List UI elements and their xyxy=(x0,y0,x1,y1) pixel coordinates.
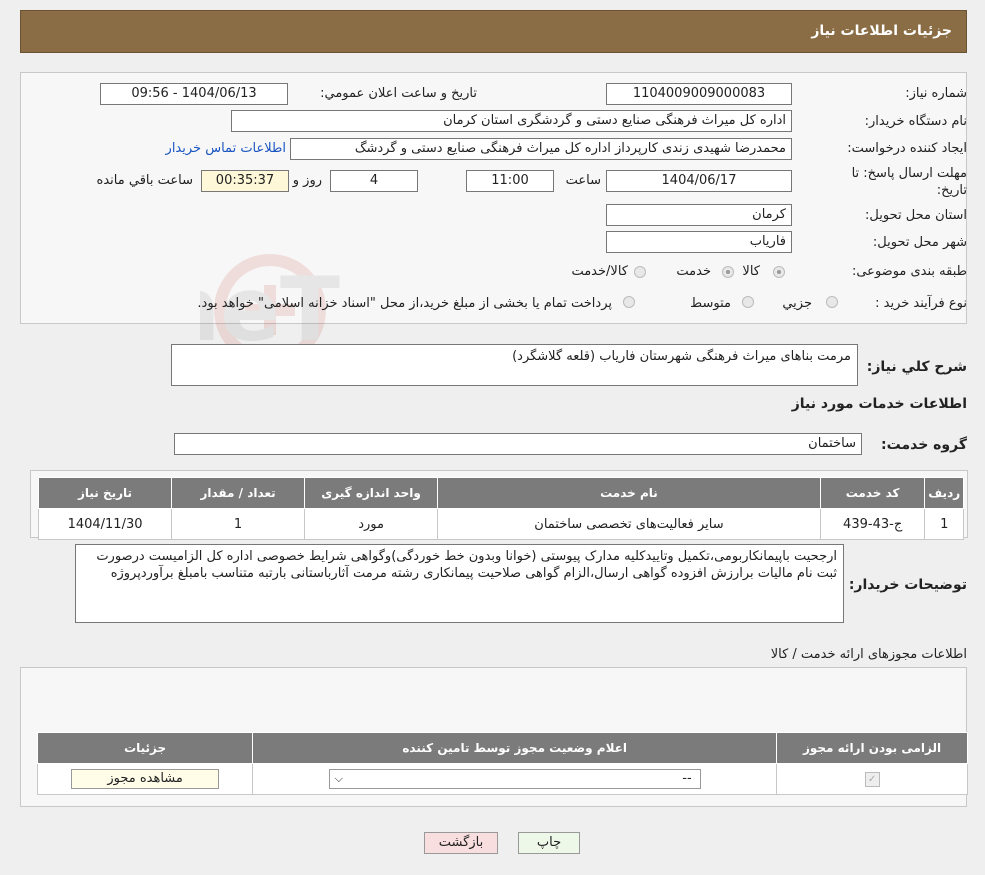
permit-status-select[interactable]: -- ⌵ xyxy=(328,769,701,789)
permits-section-title: اطلاعات مجوزهای ارائه خدمت / کالا xyxy=(770,647,967,662)
days-label: روز و xyxy=(292,173,322,188)
back-button[interactable]: بازگشت xyxy=(424,832,498,854)
col-permit-details: جزئیات xyxy=(36,732,254,764)
announce-field: 1404/06/13 - 09:56 xyxy=(100,83,288,105)
cell-qty: 1 xyxy=(171,508,306,540)
category-radio-both[interactable] xyxy=(634,266,646,278)
remaining-label: ساعت باقي مانده xyxy=(96,173,193,188)
process-option-small: جزيي xyxy=(782,296,812,311)
cell-permit-status: -- ⌵ xyxy=(252,763,778,795)
col-unit: واحد اندازه گيری xyxy=(304,477,439,509)
buyer-notes-label: توضيحات خريدار: xyxy=(848,577,967,593)
page-title: جزئيات اطلاعات نياز xyxy=(811,23,952,39)
cell-date: 1404/11/30 xyxy=(37,508,173,540)
view-permit-button[interactable]: مشاهده مجوز xyxy=(71,769,220,789)
col-idx: رديف xyxy=(924,477,964,509)
process-radio-medium[interactable] xyxy=(742,296,754,308)
table-row: 1 ج-43-439 سایر فعالیت‌های تخصصی ساختمان… xyxy=(37,508,964,540)
chevron-down-icon: ⌵ xyxy=(334,772,344,785)
category-radio-service[interactable] xyxy=(722,266,734,278)
buyer-field: اداره کل میراث فرهنگی صنایع دستی و گردشگ… xyxy=(231,110,792,132)
required-checkbox[interactable]: ✓ xyxy=(864,772,880,787)
creator-field: محمدرضا شهیدی زندی کارپرداز اداره کل میر… xyxy=(290,138,792,160)
print-button[interactable]: چاپ xyxy=(518,832,580,854)
cell-unit: مورد xyxy=(304,508,439,540)
city-label: شهر محل تحويل: xyxy=(872,235,967,250)
description-label: شرح کلي نياز: xyxy=(866,359,967,375)
services-table-header: رديف کد خدمت نام خدمت واحد اندازه گيری ت… xyxy=(37,477,964,509)
category-label: طبقه بندی موضوعی: xyxy=(851,264,967,279)
deadline-date-field: 1404/06/17 xyxy=(606,170,792,192)
buyer-contact-link[interactable]: اطلاعات تماس خريدار xyxy=(166,141,286,156)
col-code: کد خدمت xyxy=(819,477,926,509)
deadline-time-field: 11:00 xyxy=(466,170,554,192)
col-permit-status: اعلام وضعیت مجوز توسط تامین کننده xyxy=(252,732,778,764)
cell-permit-required: ✓ xyxy=(776,763,968,795)
permits-table: الزامی بودن ارائه مجوز اعلام وضعیت مجوز … xyxy=(36,732,968,795)
process-option-medium: متوسط xyxy=(690,296,731,311)
days-field: 4 xyxy=(330,170,418,192)
services-section-title: اطلاعات خدمات مورد نياز xyxy=(791,396,967,412)
permits-table-header: الزامی بودن ارائه مجوز اعلام وضعیت مجوز … xyxy=(36,732,968,764)
col-permit-required: الزامی بودن ارائه مجوز xyxy=(776,732,968,764)
col-name: نام خدمت xyxy=(437,477,821,509)
page-header: جزئيات اطلاعات نياز xyxy=(20,10,967,53)
category-option-service: خدمت xyxy=(676,264,711,279)
process-radio-treasury[interactable] xyxy=(623,296,635,308)
time-label: ساعت xyxy=(565,173,601,188)
creator-label: ايجاد کننده درخواست: xyxy=(847,141,967,156)
cell-permit-details: مشاهده مجوز xyxy=(36,763,254,795)
description-field: مرمت بناهای میراث فرهنگی شهرستان فاریاب … xyxy=(171,344,858,386)
buyer-notes-field: ارجحیت باپیمانکاربومی،تکمیل وتاییدکلیه م… xyxy=(75,544,844,623)
process-radio-small[interactable] xyxy=(826,296,838,308)
cell-code: ج-43-439 xyxy=(819,508,926,540)
need-number-field: 1104009009000083 xyxy=(606,83,792,105)
cell-idx: 1 xyxy=(924,508,964,540)
service-group-field: ساختمان xyxy=(174,433,862,455)
need-number-label: شماره نياز: xyxy=(905,86,967,101)
cell-name: سایر فعالیت‌های تخصصی ساختمان xyxy=(437,508,821,540)
remaining-time-field: 00:35:37 xyxy=(201,170,289,192)
services-table: رديف کد خدمت نام خدمت واحد اندازه گيری ت… xyxy=(37,477,964,540)
category-radio-goods[interactable] xyxy=(773,266,785,278)
deadline-label: مهلت ارسال پاسخ: تا تاريخ: xyxy=(851,166,967,198)
process-label: نوع فرآيند خريد : xyxy=(875,296,967,311)
announce-label: تاريخ و ساعت اعلان عمومي: xyxy=(320,86,477,101)
buyer-label: نام دستگاه خريدار: xyxy=(864,114,967,129)
process-note: پرداخت تمام یا بخشی از مبلغ خرید،از محل … xyxy=(197,296,612,311)
category-option-both: کالا/خدمت xyxy=(571,264,628,279)
permit-status-value: -- xyxy=(682,771,692,786)
province-field: کرمان xyxy=(606,204,792,226)
table-row: ✓ -- ⌵ مشاهده مجوز xyxy=(36,763,968,795)
city-field: فاریاب xyxy=(606,231,792,253)
province-label: استان محل تحويل: xyxy=(865,208,967,223)
service-group-label: گروه خدمت: xyxy=(881,437,967,453)
col-date: تاريخ نياز xyxy=(37,477,173,509)
col-qty: تعداد / مقدار xyxy=(171,477,306,509)
category-option-goods: کالا xyxy=(742,264,760,279)
